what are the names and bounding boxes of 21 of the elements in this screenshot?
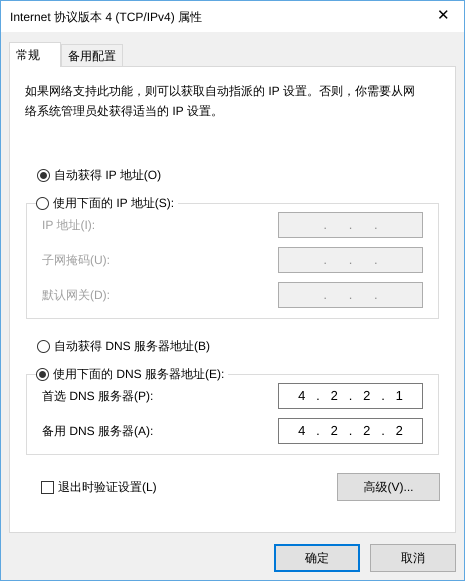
dialog-button[interactable]: 取消 [370, 544, 456, 572]
validate-checkbox-option[interactable]: 退出时验证设置(L) [41, 478, 157, 496]
tab[interactable]: 常规 [9, 42, 61, 67]
dialog-button[interactable]: 确定 [274, 544, 360, 572]
tab[interactable]: 备用配置 [61, 44, 123, 66]
radio-button[interactable] [37, 340, 50, 352]
close-button[interactable]: ✕ [433, 5, 454, 28]
field-label: 默认网关(D): [42, 287, 110, 304]
radio-button[interactable] [37, 168, 50, 182]
advanced-button[interactable]: 高级(V)... [337, 473, 440, 501]
field-label: 子网掩码(U): [42, 252, 110, 269]
ip-address-field[interactable]: 4 . 2 . 2 . 1 [278, 383, 423, 409]
radio-button[interactable] [36, 196, 49, 210]
field-label: 备用 DNS 服务器(A): [42, 423, 154, 440]
field-label: IP 地址(I): [42, 217, 96, 234]
checkbox[interactable] [41, 480, 54, 494]
ip-address-field[interactable]: 4 . 2 . 2 . 2 [278, 418, 423, 444]
field-label: 首选 DNS 服务器(P): [42, 388, 154, 405]
window-title: Internet 协议版本 4 (TCP/IPv4) 属性 [10, 8, 202, 26]
description-text: 如果网络支持此功能，则可以获取自动指派的 IP 设置。否则，你需要从网络系统管理员处获得适当的 IP 设置。 [24, 83, 416, 120]
radio-button[interactable] [36, 368, 49, 380]
